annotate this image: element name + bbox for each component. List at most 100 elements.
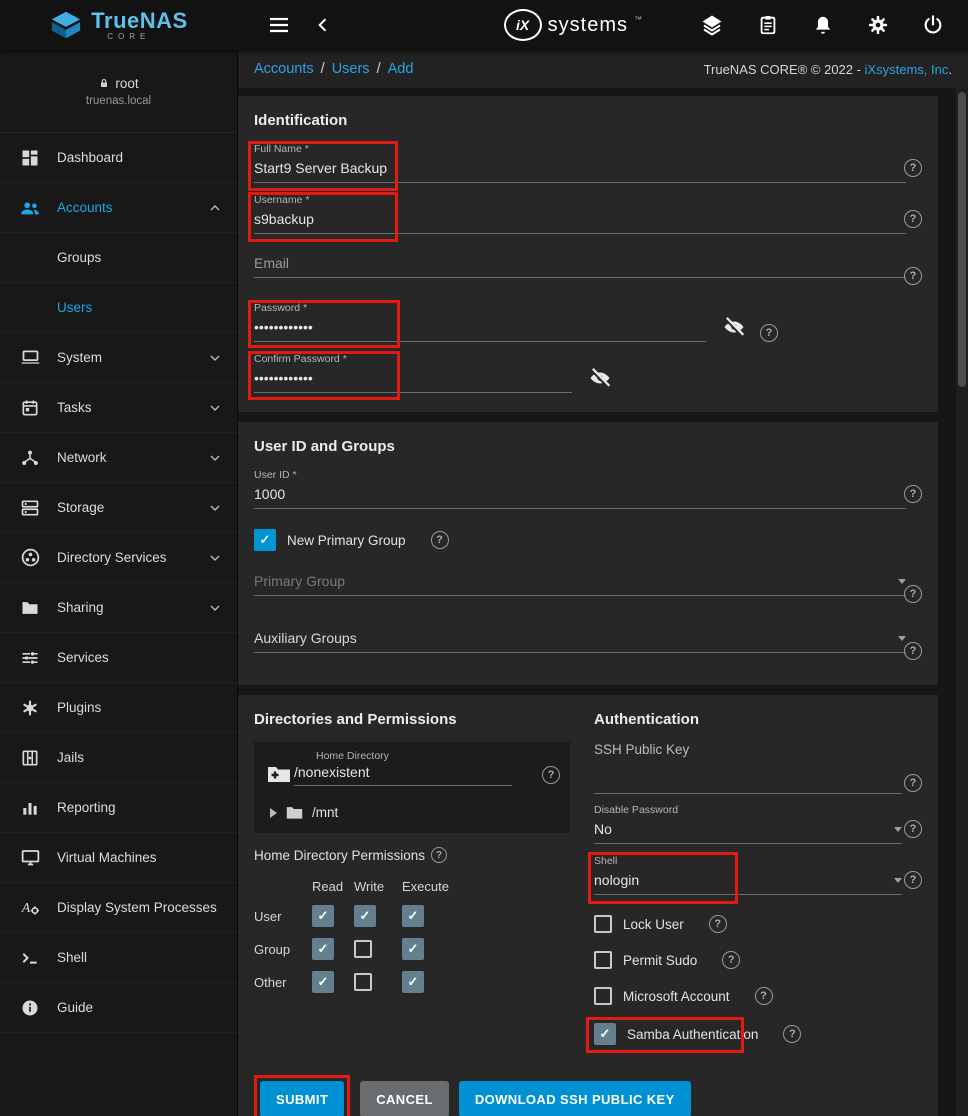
password-field[interactable]: Password * •••••••••••• ?: [254, 302, 922, 346]
help-icon[interactable]: ?: [904, 485, 922, 503]
sidebar-item-guide[interactable]: Guide: [0, 983, 237, 1033]
user-id-input[interactable]: 1000: [254, 482, 906, 509]
email-input[interactable]: Email: [254, 251, 906, 278]
cancel-button[interactable]: CANCEL: [360, 1081, 449, 1116]
password-input[interactable]: ••••••••••••: [254, 315, 706, 342]
sidebar-item-accounts[interactable]: Accounts: [0, 183, 237, 233]
confirm-password-field[interactable]: Confirm Password * ••••••••••••: [254, 353, 922, 397]
scrollbar-track[interactable]: [956, 88, 968, 1116]
menu-icon[interactable]: [263, 9, 295, 41]
perm-row-other: Other: [254, 975, 312, 990]
full-name-input[interactable]: Start9 Server Backup: [254, 156, 906, 183]
home-directory-input[interactable]: /nonexistent: [294, 762, 512, 786]
folder-add-icon[interactable]: [266, 762, 292, 786]
new-primary-group-checkbox[interactable]: New Primary Group ?: [254, 529, 449, 551]
help-icon[interactable]: ?: [709, 915, 727, 933]
username-input[interactable]: s9backup: [254, 207, 906, 234]
sidebar-item-dashboard[interactable]: Dashboard: [0, 133, 237, 183]
sidebar-item-sharing[interactable]: Sharing: [0, 583, 237, 633]
checkbox[interactable]: [594, 987, 612, 1005]
user-read-checkbox[interactable]: [312, 905, 334, 927]
shell-select[interactable]: Shell nologin ?: [594, 855, 922, 899]
sidebar-item-users[interactable]: Users: [0, 283, 237, 333]
user-write-checkbox[interactable]: [354, 905, 376, 927]
auxiliary-groups-select[interactable]: Auxiliary Groups ?: [254, 626, 922, 670]
sidebar-item-plugins[interactable]: Plugins: [0, 683, 237, 733]
sidebar-item-services[interactable]: Services: [0, 633, 237, 683]
checkbox[interactable]: [254, 529, 276, 551]
help-icon[interactable]: ?: [904, 774, 922, 792]
sidebar-item-groups[interactable]: Groups: [0, 233, 237, 283]
help-icon[interactable]: ?: [904, 585, 922, 603]
breadcrumb: Accounts / Users / Add TrueNAS CORE® © 2…: [238, 50, 968, 88]
help-icon[interactable]: ?: [760, 324, 778, 342]
help-icon[interactable]: ?: [783, 1025, 801, 1043]
form-buttons: SUBMIT CANCEL DOWNLOAD SSH PUBLIC KEY: [254, 1075, 922, 1116]
sidebar-item-storage[interactable]: Storage: [0, 483, 237, 533]
username-field[interactable]: Username * s9backup ?: [254, 194, 922, 238]
power-icon[interactable]: [918, 10, 948, 40]
ixsystems-link[interactable]: iXsystems, Inc: [865, 62, 949, 77]
sidebar-item-tasks[interactable]: Tasks: [0, 383, 237, 433]
breadcrumb-users[interactable]: Users: [332, 61, 370, 77]
checkbox[interactable]: [594, 915, 612, 933]
settings-gear-icon[interactable]: [863, 10, 893, 40]
help-icon[interactable]: ?: [431, 847, 447, 863]
ssh-public-key-textarea[interactable]: [594, 757, 902, 794]
confirm-password-input[interactable]: ••••••••••••: [254, 366, 572, 393]
visibility-off-icon[interactable]: [588, 366, 612, 390]
breadcrumb-add[interactable]: Add: [388, 61, 414, 77]
breadcrumb-accounts[interactable]: Accounts: [254, 61, 314, 77]
help-icon[interactable]: ?: [904, 642, 922, 660]
help-icon[interactable]: ?: [904, 159, 922, 177]
mnt-tree-item[interactable]: /mnt: [266, 804, 558, 821]
help-icon[interactable]: ?: [904, 267, 922, 285]
disable-password-select[interactable]: Disable Password No ?: [594, 804, 922, 848]
help-icon[interactable]: ?: [755, 987, 773, 1005]
alerts-bell-icon[interactable]: [808, 10, 838, 40]
help-icon[interactable]: ?: [431, 531, 449, 549]
help-icon[interactable]: ?: [904, 210, 922, 228]
sidebar-item-reporting[interactable]: Reporting: [0, 783, 237, 833]
sidebar-item-directory-services[interactable]: Directory Services: [0, 533, 237, 583]
permit-sudo-checkbox[interactable]: Permit Sudo ?: [594, 951, 740, 969]
full-name-field[interactable]: Full Name * Start9 Server Backup ?: [254, 143, 922, 187]
group-write-checkbox[interactable]: [354, 940, 372, 958]
tree-expand-icon[interactable]: [270, 808, 277, 818]
user-id-field[interactable]: User ID * 1000 ?: [254, 469, 922, 513]
user-execute-checkbox[interactable]: [402, 905, 424, 927]
sidebar-item-shell[interactable]: Shell: [0, 933, 237, 983]
ssh-public-key-field[interactable]: SSH Public Key ?: [594, 742, 922, 794]
help-icon[interactable]: ?: [904, 871, 922, 889]
submit-button[interactable]: SUBMIT: [260, 1081, 344, 1116]
samba-authentication-checkbox[interactable]: Samba Authentication ?: [594, 1023, 801, 1045]
lock-user-checkbox[interactable]: Lock User ?: [594, 915, 727, 933]
sidebar-item-virtual-machines[interactable]: Virtual Machines: [0, 833, 237, 883]
other-execute-checkbox[interactable]: [402, 971, 424, 993]
help-icon[interactable]: ?: [542, 766, 560, 784]
sidebar-item-system[interactable]: System: [0, 333, 237, 383]
other-write-checkbox[interactable]: [354, 973, 372, 991]
task-manager-icon[interactable]: [753, 10, 783, 40]
chevron-left-icon[interactable]: [309, 11, 337, 39]
primary-group-select[interactable]: Primary Group ?: [254, 569, 922, 613]
visibility-off-icon[interactable]: [722, 315, 746, 339]
help-icon[interactable]: ?: [904, 820, 922, 838]
sidebar-item-jails[interactable]: Jails: [0, 733, 237, 783]
help-icon[interactable]: ?: [722, 951, 740, 969]
group-execute-checkbox[interactable]: [402, 938, 424, 960]
sidebar-item-display-system-processes[interactable]: A Display System Processes: [0, 883, 237, 933]
chevron-down-icon: [207, 400, 223, 416]
email-field[interactable]: Email ?: [254, 251, 922, 295]
checkbox[interactable]: [594, 1023, 616, 1045]
group-read-checkbox[interactable]: [312, 938, 334, 960]
truecommand-icon[interactable]: [696, 9, 728, 41]
other-read-checkbox[interactable]: [312, 971, 334, 993]
download-ssh-public-key-button[interactable]: DOWNLOAD SSH PUBLIC KEY: [459, 1081, 691, 1116]
scrollbar-thumb[interactable]: [958, 92, 966, 387]
sidebar-item-network[interactable]: Network: [0, 433, 237, 483]
truenas-logo[interactable]: TrueNAS CORE: [0, 10, 237, 41]
chevron-down-icon: [898, 636, 906, 641]
checkbox[interactable]: [594, 951, 612, 969]
microsoft-account-checkbox[interactable]: Microsoft Account ?: [594, 987, 773, 1005]
